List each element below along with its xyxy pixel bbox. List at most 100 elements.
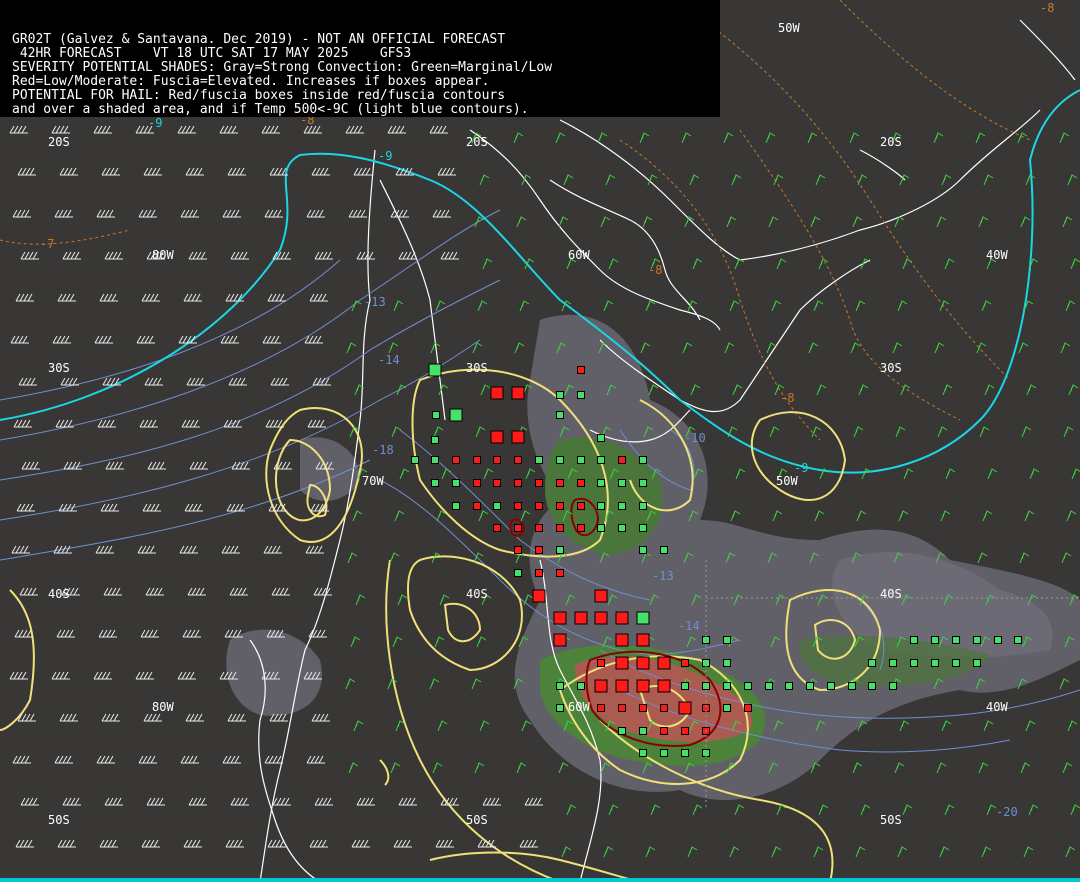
green-box [556,391,564,399]
red-box [615,656,629,670]
wind-barb [94,335,113,344]
wind-barb [645,846,656,858]
wind-barb [261,125,280,134]
wind-barb [135,671,154,680]
green-box [428,363,442,377]
wind-barb [731,174,742,186]
wind-barb [813,846,824,858]
wind-barb [480,384,491,396]
wind-barb [143,713,162,722]
green-box [681,749,689,757]
red-box [556,479,564,487]
wind-barb [355,594,366,606]
green-box [889,682,897,690]
wind-barb [185,167,204,176]
green-box [910,659,918,667]
wind-barb [808,342,819,354]
green-box [639,479,647,487]
wind-barb [313,587,332,596]
wind-barb [566,804,577,816]
wind-barb [185,713,204,722]
wind-barb [54,209,73,218]
red-box [514,456,522,464]
wind-barb [1068,384,1079,396]
wind-barb [892,342,903,354]
red-box [660,704,668,712]
wind-barb [516,762,527,774]
wind-barb [734,804,745,816]
red-box [594,679,608,693]
wind-barb [772,510,783,522]
red-box [535,479,543,487]
wind-barb [52,335,71,344]
wind-barb [9,671,28,680]
wind-barb [393,839,412,848]
wind-barb [478,510,489,522]
wind-barb [1071,468,1080,480]
wind-barb [811,426,822,438]
wind-barb [62,251,81,260]
wind-barb [180,209,199,218]
wind-barb [853,426,864,438]
wind-barb [897,300,908,312]
wind-barb [144,377,163,386]
wind-barb [179,545,198,554]
wind-barb [978,216,989,228]
coast-brazil-north [1019,19,1076,81]
header-line-5: POTENTIAL FOR HAIL: Red/fuscia boxes ins… [12,88,506,103]
green-box [639,727,647,735]
green-box [556,456,564,464]
wind-barb [16,503,35,512]
wind-barb [441,468,452,480]
wind-barb [771,300,782,312]
wind-barb [513,132,524,144]
contour-label-blue-g: -20 [996,805,1018,819]
red-box [660,727,668,735]
contour-label-orange-e: -8 [780,391,794,405]
wind-barb [390,209,409,218]
green-box [931,636,939,644]
wind-barb [267,293,286,302]
red-box [577,524,585,532]
wind-barb [814,510,825,522]
wind-barb [524,797,543,806]
wind-barb [392,636,403,648]
wind-barb [857,174,868,186]
red-box [473,479,481,487]
wind-barb [475,426,486,438]
wind-barb [1018,342,1029,354]
red-box [657,656,671,670]
wind-barb [229,587,248,596]
red-box [577,479,585,487]
wind-barb [267,839,286,848]
wind-barb [95,545,114,554]
red-box [556,502,564,510]
border-argentina-bolivia [469,129,721,331]
label-50s-right: 50S [880,813,902,827]
wind-barb [1025,720,1036,732]
green-box [577,391,585,399]
wind-barb [188,797,207,806]
wind-barb [105,461,124,470]
wind-barb [482,258,493,270]
green-box [639,502,647,510]
green-box [535,456,543,464]
wind-barb [816,384,827,396]
wind-barb [813,300,824,312]
wind-barb [1063,426,1074,438]
wind-barb [979,426,990,438]
wind-barb [104,251,123,260]
red-box [639,704,647,712]
wind-barb [138,755,157,764]
green-box [994,636,1002,644]
wind-barb [306,755,325,764]
header-line-1: GR02T (Galvez & Santavana. Dec 2019) - N… [12,32,506,47]
wind-barb [1065,846,1076,858]
wind-barb [314,251,333,260]
wind-barb [346,342,357,354]
wind-barb [263,545,282,554]
wind-barb [98,629,117,638]
wind-barb [62,797,81,806]
contour-label-orange-d: -8 [1040,1,1054,15]
green-box [618,479,626,487]
